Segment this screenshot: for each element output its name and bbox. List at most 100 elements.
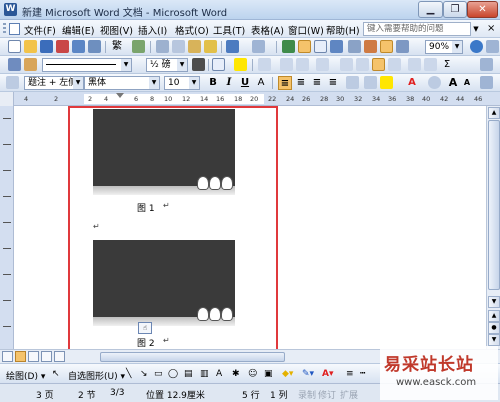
borders-icon[interactable]: [212, 58, 225, 71]
arrow-icon[interactable]: ↘: [140, 369, 148, 379]
rectangle-icon[interactable]: ▭: [154, 369, 163, 379]
italic-button[interactable]: I: [222, 76, 236, 90]
menu-help[interactable]: 帮助(H): [326, 23, 360, 37]
underline-button[interactable]: U: [238, 76, 252, 90]
document-canvas[interactable]: 图 1 ↵ ↵ ☝ 图 2 ↵: [14, 106, 486, 357]
scroll-up-icon[interactable]: ▲: [488, 107, 500, 119]
status-record[interactable]: 录制: [298, 388, 316, 401]
highlight-icon[interactable]: [380, 76, 393, 89]
redo-icon[interactable]: [252, 40, 265, 53]
line-style-select[interactable]: ▼: [42, 58, 132, 72]
insert-picture-icon[interactable]: ▣: [264, 369, 273, 379]
insert-excel-icon[interactable]: [330, 40, 343, 53]
columns-icon[interactable]: [348, 40, 361, 53]
diagram-icon[interactable]: ✱: [232, 369, 240, 379]
shrink-font-button[interactable]: A: [460, 76, 474, 90]
chevron-down-icon[interactable]: ▼: [189, 77, 199, 89]
menu-tools[interactable]: 工具(T): [213, 23, 245, 37]
status-track-changes[interactable]: 修订: [318, 388, 336, 401]
menubar-grip[interactable]: [3, 23, 6, 35]
vertical-textbox-icon[interactable]: ▥: [200, 369, 209, 379]
font-size-select[interactable]: 10 ▼: [164, 76, 200, 90]
split-cells-icon[interactable]: [296, 58, 309, 71]
menu-table[interactable]: 表格(A): [251, 23, 284, 37]
word-app-icon[interactable]: W: [4, 3, 17, 16]
merge-cells-icon[interactable]: [280, 58, 293, 71]
line-style-icon[interactable]: ≡: [346, 369, 354, 379]
toolbar-options-icon[interactable]: [480, 58, 493, 71]
undo-icon[interactable]: [226, 40, 239, 53]
align-right-button[interactable]: ≡: [310, 76, 324, 90]
outline-view-icon[interactable]: [41, 351, 52, 362]
chevron-down-icon[interactable]: ▼: [73, 77, 83, 89]
horizontal-scroll-thumb[interactable]: [100, 352, 285, 362]
menu-format[interactable]: 格式(O): [175, 23, 209, 37]
align-left-button[interactable]: ≡: [278, 76, 292, 90]
minimize-button[interactable]: ▁: [418, 1, 443, 18]
next-page-icon[interactable]: ▼: [488, 334, 500, 346]
copy-icon[interactable]: [172, 40, 185, 53]
justify-button[interactable]: ≡: [326, 76, 340, 90]
scroll-down-icon[interactable]: ▼: [488, 296, 500, 308]
research-icon[interactable]: [132, 40, 145, 53]
insert-table-icon[interactable]: [314, 40, 327, 53]
chevron-down-icon[interactable]: ▼: [177, 59, 187, 71]
dash-style-icon[interactable]: ┅: [360, 369, 365, 379]
cut-icon[interactable]: [156, 40, 169, 53]
align-center-button[interactable]: ≡: [294, 76, 308, 90]
permission-icon[interactable]: [56, 40, 69, 53]
first-line-indent-marker[interactable]: [116, 93, 124, 98]
format-painter-icon[interactable]: [204, 40, 217, 53]
styles-formatting-icon[interactable]: [6, 76, 19, 89]
chevron-down-icon[interactable]: ▼: [452, 41, 462, 53]
document-close-icon[interactable]: ×: [487, 23, 495, 34]
oval-icon[interactable]: ◯: [168, 369, 178, 379]
enclose-characters-icon[interactable]: [428, 76, 441, 89]
print-preview-icon[interactable]: [88, 40, 101, 53]
autoshapes-menu-button[interactable]: 自选图形(U) ▾: [68, 369, 125, 382]
document-icon[interactable]: [9, 23, 20, 35]
character-border-icon[interactable]: A: [254, 76, 268, 90]
toolbar-options-icon[interactable]: [486, 40, 499, 53]
help-dropdown-icon[interactable]: ▼: [471, 22, 481, 36]
eraser-icon[interactable]: [24, 58, 37, 71]
show-hide-icon[interactable]: [396, 40, 409, 53]
line-icon[interactable]: ╲: [126, 369, 131, 379]
bold-button[interactable]: B: [206, 76, 220, 90]
sort-descending-icon[interactable]: [424, 58, 437, 71]
reading-layout-icon[interactable]: [54, 351, 65, 362]
text-direction-icon[interactable]: [388, 58, 401, 71]
menu-edit[interactable]: 编辑(E): [62, 23, 94, 37]
border-color-icon[interactable]: [192, 58, 205, 71]
draw-table-icon[interactable]: [8, 58, 21, 71]
chevron-down-icon[interactable]: ▼: [121, 59, 131, 71]
wordart-icon[interactable]: A: [216, 369, 222, 379]
maximize-button[interactable]: ❐: [443, 1, 467, 18]
font-color-drawing-icon[interactable]: A▾: [322, 369, 333, 379]
menu-window[interactable]: 窗口(W): [288, 23, 324, 37]
save-icon[interactable]: [40, 40, 53, 53]
line-spacing-icon[interactable]: [346, 76, 359, 89]
sort-ascending-icon[interactable]: [408, 58, 421, 71]
close-button[interactable]: ✕: [467, 1, 498, 18]
drawing-icon[interactable]: [364, 40, 377, 53]
print-layout-icon[interactable]: [28, 351, 39, 362]
textbox-icon[interactable]: ▤: [184, 369, 193, 379]
font-color-button[interactable]: A: [405, 76, 419, 90]
open-folder-icon[interactable]: [24, 40, 37, 53]
paste-icon[interactable]: [188, 40, 201, 53]
shading-color-icon[interactable]: [234, 58, 247, 71]
vertical-scrollbar[interactable]: ▲ ▼ ▲ ● ▼: [486, 106, 500, 349]
draw-menu-button[interactable]: 绘图(D) ▾: [6, 369, 45, 382]
hyperlink-icon[interactable]: [282, 40, 295, 53]
menu-file[interactable]: 文件(F): [24, 23, 56, 37]
fill-color-icon[interactable]: ◆▾: [282, 369, 293, 379]
tables-borders-icon[interactable]: [298, 40, 311, 53]
line-color-icon[interactable]: ✎▾: [302, 369, 314, 379]
scroll-thumb[interactable]: [488, 120, 500, 290]
tab-selector[interactable]: [0, 92, 14, 106]
line-weight-select[interactable]: ½ 磅 ▼: [146, 58, 188, 72]
autoformat-icon[interactable]: [372, 58, 385, 71]
vertical-ruler[interactable]: [0, 106, 14, 349]
select-browse-object-icon[interactable]: ●: [488, 322, 500, 334]
